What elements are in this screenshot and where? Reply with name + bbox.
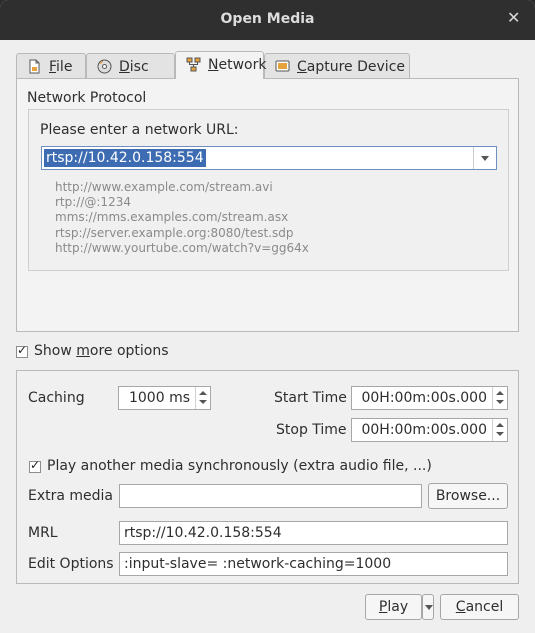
stop-time-spinbox[interactable]: 00H:00m:00s.000 bbox=[351, 418, 508, 442]
titlebar: Open Media ✕ bbox=[0, 0, 535, 40]
disc-icon bbox=[97, 59, 112, 74]
stop-time-label: Stop Time bbox=[276, 422, 347, 438]
capture-device-icon bbox=[275, 60, 290, 72]
edit-options-label: Edit Options bbox=[28, 556, 114, 572]
window-title: Open Media bbox=[220, 11, 315, 27]
chevron-down-icon[interactable] bbox=[473, 147, 496, 169]
show-more-label: Show more options bbox=[34, 343, 169, 359]
url-examples: http://www.example.com/stream.avi rtp://… bbox=[55, 180, 309, 256]
close-icon[interactable]: ✕ bbox=[507, 9, 521, 27]
spin-arrows-icon[interactable] bbox=[492, 387, 507, 409]
url-example: http://www.example.com/stream.avi bbox=[55, 180, 273, 194]
more-options-panel: Caching 1000 ms Start Time 00H:00m:00s.0… bbox=[16, 370, 519, 584]
sync-media-checkbox[interactable] bbox=[29, 458, 41, 473]
mrl-field[interactable]: rtsp://10.42.0.158:554 bbox=[119, 521, 508, 545]
network-url-combobox[interactable]: rtsp://10.42.0.158:554 bbox=[41, 146, 497, 170]
play-options-dropdown[interactable] bbox=[422, 594, 434, 620]
browse-button[interactable]: Browse... bbox=[428, 483, 508, 509]
cancel-button[interactable]: Cancel bbox=[440, 594, 519, 620]
caching-label: Caching bbox=[28, 390, 85, 406]
show-more-checkbox[interactable] bbox=[16, 343, 28, 358]
sync-media-label: Play another media synchronously (extra … bbox=[47, 458, 432, 474]
start-time-spinbox[interactable]: 00H:00m:00s.000 bbox=[351, 386, 508, 410]
tab-file[interactable]: File bbox=[16, 53, 86, 78]
stop-time-value: 00H:00m:00s.000 bbox=[361, 422, 487, 438]
extra-media-label: Extra media bbox=[28, 488, 114, 504]
edit-options-value: :input-slave= :network-caching=1000 bbox=[124, 556, 392, 572]
tab-disc[interactable]: Disc bbox=[86, 53, 175, 78]
url-example: http://www.yourtube.com/watch?v=gg64x bbox=[55, 240, 309, 255]
url-example: mms://mms.examples.com/stream.asx bbox=[55, 210, 289, 225]
tab-capture-device[interactable]: Capture Device bbox=[264, 53, 410, 78]
spin-arrows-icon[interactable] bbox=[492, 419, 507, 441]
url-example: rtsp://server.example.org:8080/test.sdp bbox=[55, 225, 294, 240]
network-icon bbox=[186, 57, 201, 72]
network-url-label: Please enter a network URL: bbox=[40, 122, 239, 138]
caching-value: 1000 ms bbox=[128, 390, 190, 406]
tab-network-label: Network bbox=[208, 57, 267, 73]
tab-network[interactable]: Network bbox=[175, 51, 267, 79]
open-media-dialog: Open Media ✕ File Disc Network Capture D… bbox=[0, 0, 535, 633]
play-button[interactable]: Play bbox=[365, 594, 422, 620]
network-protocol-group: Please enter a network URL: rtsp://10.42… bbox=[28, 109, 509, 271]
start-time-label: Start Time bbox=[274, 390, 347, 406]
mrl-value: rtsp://10.42.0.158:554 bbox=[124, 525, 282, 541]
chevron-down-icon bbox=[425, 605, 433, 610]
network-protocol-label: Network Protocol bbox=[27, 90, 147, 106]
file-icon bbox=[29, 59, 40, 74]
edit-options-field[interactable]: :input-slave= :network-caching=1000 bbox=[119, 552, 508, 576]
caching-spinbox[interactable]: 1000 ms bbox=[118, 386, 211, 410]
start-time-value: 00H:00m:00s.000 bbox=[361, 390, 487, 406]
network-panel: Network Protocol Please enter a network … bbox=[16, 78, 519, 332]
spin-arrows-icon[interactable] bbox=[195, 387, 210, 409]
url-example: rtp://@:1234 bbox=[55, 195, 131, 210]
tab-file-label: File bbox=[49, 59, 73, 75]
tab-capture-device-label: Capture Device bbox=[297, 59, 405, 75]
tab-disc-label: Disc bbox=[119, 59, 149, 75]
extra-media-input[interactable] bbox=[119, 484, 422, 508]
network-url-value: rtsp://10.42.0.158:554 bbox=[44, 149, 206, 167]
mrl-label: MRL bbox=[28, 525, 58, 541]
